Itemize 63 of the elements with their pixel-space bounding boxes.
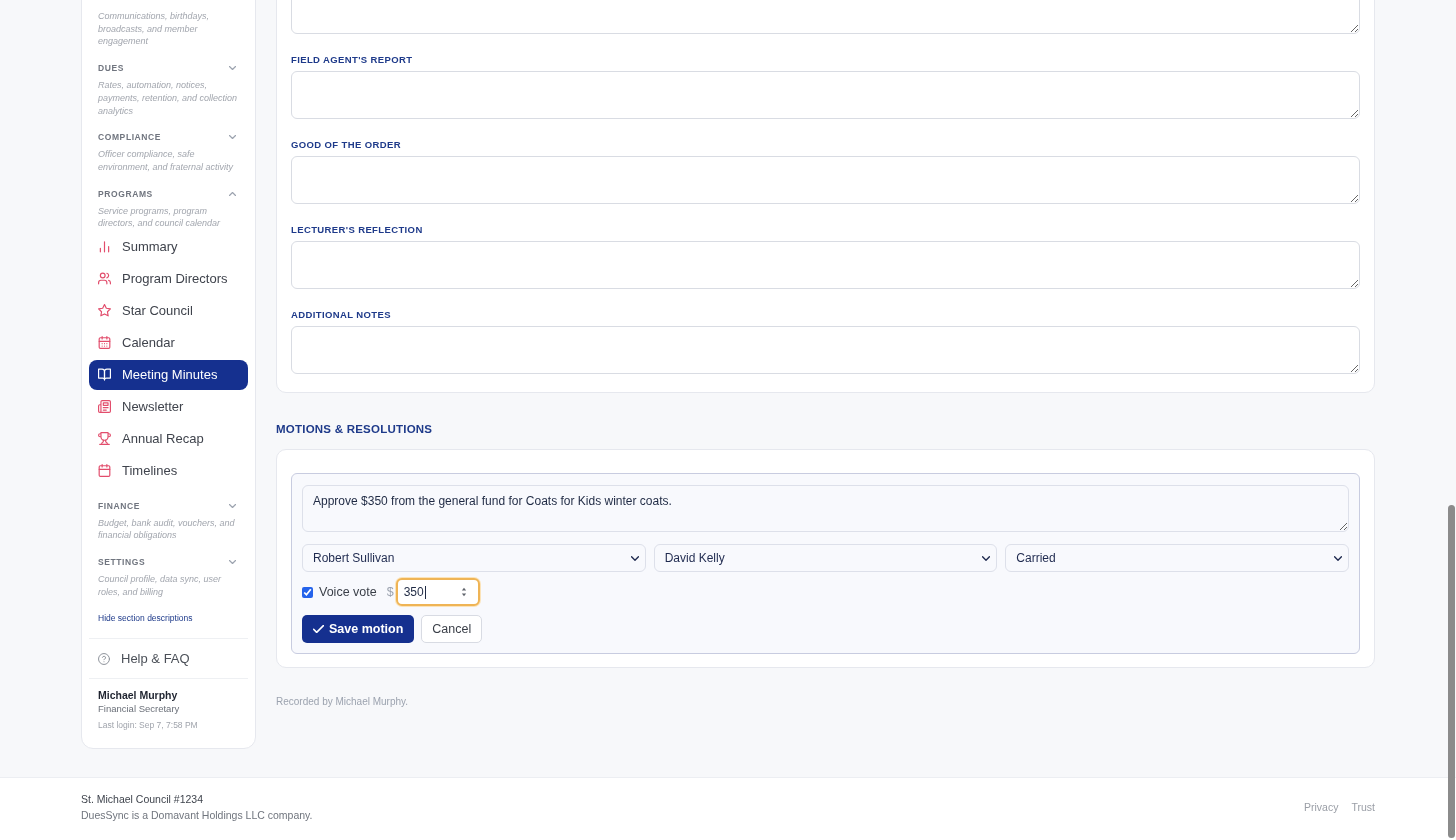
newspaper-icon <box>98 400 111 414</box>
calendar-icon <box>98 336 111 350</box>
section-description: Officer compliance, safe environment, and fraternal activity <box>98 148 235 174</box>
notes-field[interactable] <box>291 326 1360 374</box>
spinner-arrows-icon[interactable] <box>460 587 467 597</box>
motion-text-field[interactable]: Approve $350 from the general fund for Coats for Kids winter coats. <box>302 485 1349 532</box>
notes-field[interactable] <box>291 0 1360 34</box>
sidebar-item[interactable]: Meeting Minutes <box>89 359 248 390</box>
cancel-button[interactable]: Cancel <box>421 615 483 643</box>
council-name: St. Michael Council #1234 <box>81 792 203 808</box>
field-label: GOOD OF THE ORDER <box>291 139 401 151</box>
people-icon <box>98 272 111 286</box>
calendar-icon <box>98 464 111 478</box>
section-description: Rates, automation, notices, payments, retention, and collection analytics <box>98 79 239 118</box>
company-text: DuesSync is a Domavant Holdings LLC company. <box>81 808 313 824</box>
sidebar-item[interactable]: Program Directors <box>89 263 248 294</box>
voice-vote-checkbox[interactable] <box>302 586 313 598</box>
recorded-by-text: Recorded by Michael Murphy. <box>276 695 409 709</box>
sidebar-item[interactable]: Newsletter <box>89 391 248 422</box>
dropdown[interactable]: David Kelly <box>653 544 998 572</box>
currency-symbol: $ <box>386 585 394 599</box>
section-description: Budget, bank audit, vouchers, and financial obligations <box>98 516 236 542</box>
field-label: LECTURER'S REFLECTION <box>291 224 423 236</box>
save-motion-button[interactable]: Save motion <box>302 615 415 643</box>
sidebar-item[interactable]: Calendar <box>89 327 248 358</box>
section-toggle[interactable]: COMPLIANCE <box>98 130 239 145</box>
notes-field[interactable] <box>291 71 1360 119</box>
section-description: Service programs, program directors, and council calendar <box>98 204 222 231</box>
checkbox-label[interactable]: Voice vote <box>319 585 377 599</box>
dropdown[interactable]: Carried <box>1005 544 1349 572</box>
chevron-down-icon <box>982 555 991 561</box>
field-label: FIELD AGENT'S REPORT <box>291 54 413 66</box>
section-description: Council profile, data sync, user roles, and billing <box>98 572 223 599</box>
star-icon <box>98 304 111 318</box>
section-toggle[interactable]: FINANCE <box>98 498 239 513</box>
notes-field[interactable] <box>291 156 1360 204</box>
section-toggle[interactable]: PROGRAMS <box>98 186 239 201</box>
bar-chart-icon <box>98 240 111 254</box>
dropdown[interactable]: Robert Sullivan <box>302 544 646 572</box>
check-icon <box>313 625 324 633</box>
section-toggle[interactable]: DUES <box>98 61 239 76</box>
amount-field[interactable]: 350 <box>395 578 480 606</box>
help-link[interactable]: Help & FAQ <box>98 639 190 679</box>
notes-field[interactable] <box>291 241 1360 289</box>
user-role: Financial Secretary <box>98 702 180 717</box>
section-description: Communications, birthdays, broadcasts, and member engagement <box>98 10 211 49</box>
chevron-down-icon <box>630 555 639 561</box>
help-icon <box>98 652 110 665</box>
book-icon <box>98 368 111 382</box>
last-login-text: Last login: Sep 7, 7:58 PM <box>98 719 198 733</box>
scrollbar-thumb[interactable] <box>1448 505 1455 838</box>
user-name: Michael Murphy <box>98 688 178 703</box>
trophy-icon <box>98 432 111 446</box>
sidebar-item[interactable]: Timelines <box>89 455 248 486</box>
hide-descriptions-link[interactable]: Hide section descriptions <box>98 612 193 625</box>
sidebar-item[interactable]: Summary <box>89 231 248 262</box>
chevron-down-icon <box>1334 555 1342 561</box>
section-heading: MOTIONS & RESOLUTIONS <box>276 422 433 437</box>
text-cursor <box>424 585 426 599</box>
section-toggle[interactable]: SETTINGS <box>98 554 239 569</box>
sidebar-item[interactable]: Annual Recap <box>89 423 248 454</box>
field-label: ADDITIONAL NOTES <box>291 309 391 321</box>
sidebar-item[interactable]: Star Council <box>89 295 248 326</box>
